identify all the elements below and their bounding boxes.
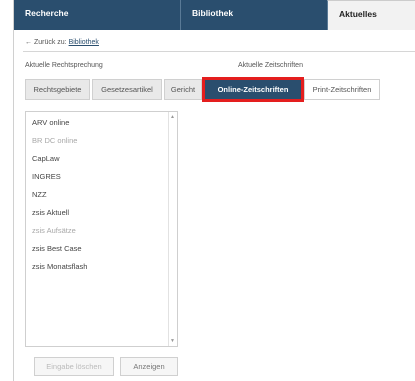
list-item-nzz[interactable]: NZZ (32, 190, 47, 199)
list-item-zsis-best-case[interactable]: zsis Best Case (32, 244, 82, 253)
tab-bibliothek[interactable]: Bibliothek (180, 0, 327, 30)
divider (23, 51, 415, 52)
scroll-up-icon[interactable]: ▲ (170, 114, 175, 120)
main-tabs: Recherche Bibliothek Aktuelles (14, 0, 415, 30)
tab-aktuelles[interactable]: Aktuelles (327, 0, 415, 30)
label-aktuelle-rechtsprechung: Aktuelle Rechtsprechung (25, 62, 103, 69)
filter-gericht[interactable]: Gericht (164, 79, 202, 100)
list-item-zsis-aufsaetze[interactable]: zsis Aufsätze (32, 226, 76, 235)
list-item-arv-online[interactable]: ARV online (32, 118, 69, 127)
show-button[interactable]: Anzeigen (120, 357, 178, 376)
list-item-zsis-aktuell[interactable]: zsis Aktuell (32, 208, 69, 217)
list-item-caplaw[interactable]: CapLaw (32, 154, 60, 163)
filter-gesetzesartikel[interactable]: Gesetzesartikel (92, 79, 162, 100)
list-item-ingres[interactable]: INGRES (32, 172, 61, 181)
filter-rechtsgebiete[interactable]: Rechtsgebiete (25, 79, 90, 100)
clear-input-button[interactable]: Eingabe löschen (34, 357, 114, 376)
journal-list[interactable]: ARV online BR DC online CapLaw INGRES NZ… (25, 111, 178, 347)
filter-print-zeitschriften[interactable]: Print-Zeitschriften (304, 79, 380, 100)
list-scrollbar[interactable]: ▲ ▼ (168, 112, 177, 346)
back-link-row: ← Zurück zu: Bibliothek (25, 39, 99, 46)
list-item-br-dc-online[interactable]: BR DC online (32, 136, 77, 145)
label-aktuelle-zeitschriften: Aktuelle Zeitschriften (238, 62, 303, 69)
filter-online-zeitschriften[interactable]: Online-Zeitschriften (202, 77, 304, 102)
list-item-zsis-monatsflash[interactable]: zsis Monatsflash (32, 262, 87, 271)
back-prefix: ← Zurück zu: (25, 39, 67, 46)
filter-bar: Rechtsgebiete Gesetzesartikel Gericht On… (25, 77, 382, 102)
scroll-down-icon[interactable]: ▼ (170, 338, 175, 344)
tab-recherche[interactable]: Recherche (14, 0, 180, 30)
back-link-bibliothek[interactable]: Bibliothek (69, 39, 99, 46)
